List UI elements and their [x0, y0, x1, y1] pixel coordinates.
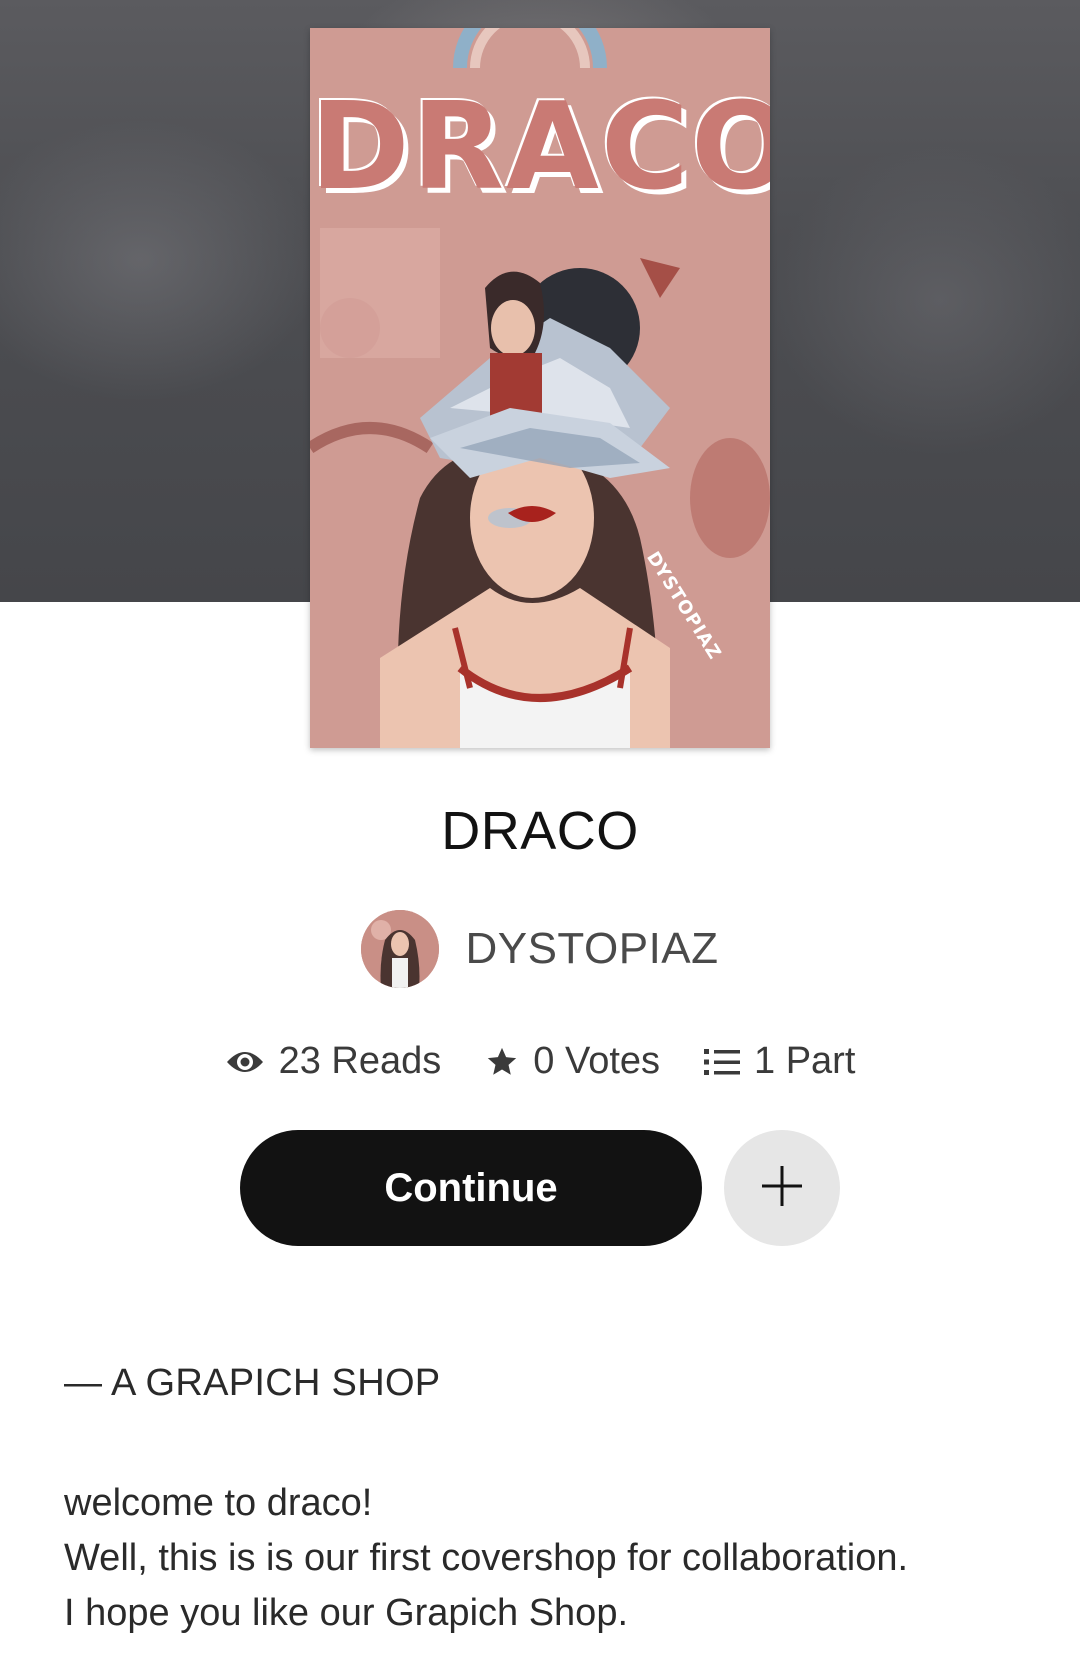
- plus-icon: [760, 1164, 804, 1213]
- story-description: — A GRAPICH SHOP welcome to draco! Well,…: [64, 1364, 1024, 1649]
- description-heading: — A GRAPICH SHOP: [64, 1362, 441, 1404]
- eye-icon: [225, 1048, 265, 1076]
- avatar[interactable]: [361, 910, 440, 988]
- continue-button[interactable]: Continue: [240, 1130, 702, 1246]
- star-icon: [485, 1045, 519, 1079]
- story-stats: 23 Reads 0 Votes 1 Part: [0, 1040, 1080, 1083]
- add-to-library-button[interactable]: [724, 1130, 840, 1246]
- parts-stat: 1 Part: [704, 1040, 855, 1083]
- description-line: Well, this is is our first covershop for…: [64, 1537, 909, 1579]
- reads-count: 23 Reads: [278, 1040, 442, 1082]
- author-row[interactable]: DYSTOPIAZ: [0, 910, 1080, 988]
- story-cover[interactable]: DRACO DYSTOPIAZ: [310, 28, 770, 748]
- reads-stat: 23 Reads: [225, 1040, 442, 1083]
- description-line: I hope you like our Grapich Shop.: [64, 1592, 629, 1634]
- story-actions: Continue: [240, 1130, 840, 1246]
- votes-count: 0 Votes: [533, 1040, 661, 1082]
- parts-count: 1 Part: [754, 1040, 856, 1082]
- story-details-page: DRACO DYSTOPIAZ DRACO DYSTOPIAZ 23 Reads…: [0, 0, 1080, 1674]
- list-icon: [704, 1047, 741, 1077]
- votes-stat: 0 Votes: [485, 1040, 660, 1083]
- description-line: welcome to draco!: [64, 1482, 373, 1524]
- avatar-image: [361, 910, 440, 988]
- story-title: DRACO: [441, 801, 639, 861]
- author-name[interactable]: DYSTOPIAZ: [465, 924, 718, 974]
- cover-title-art: DRACO: [310, 78, 770, 217]
